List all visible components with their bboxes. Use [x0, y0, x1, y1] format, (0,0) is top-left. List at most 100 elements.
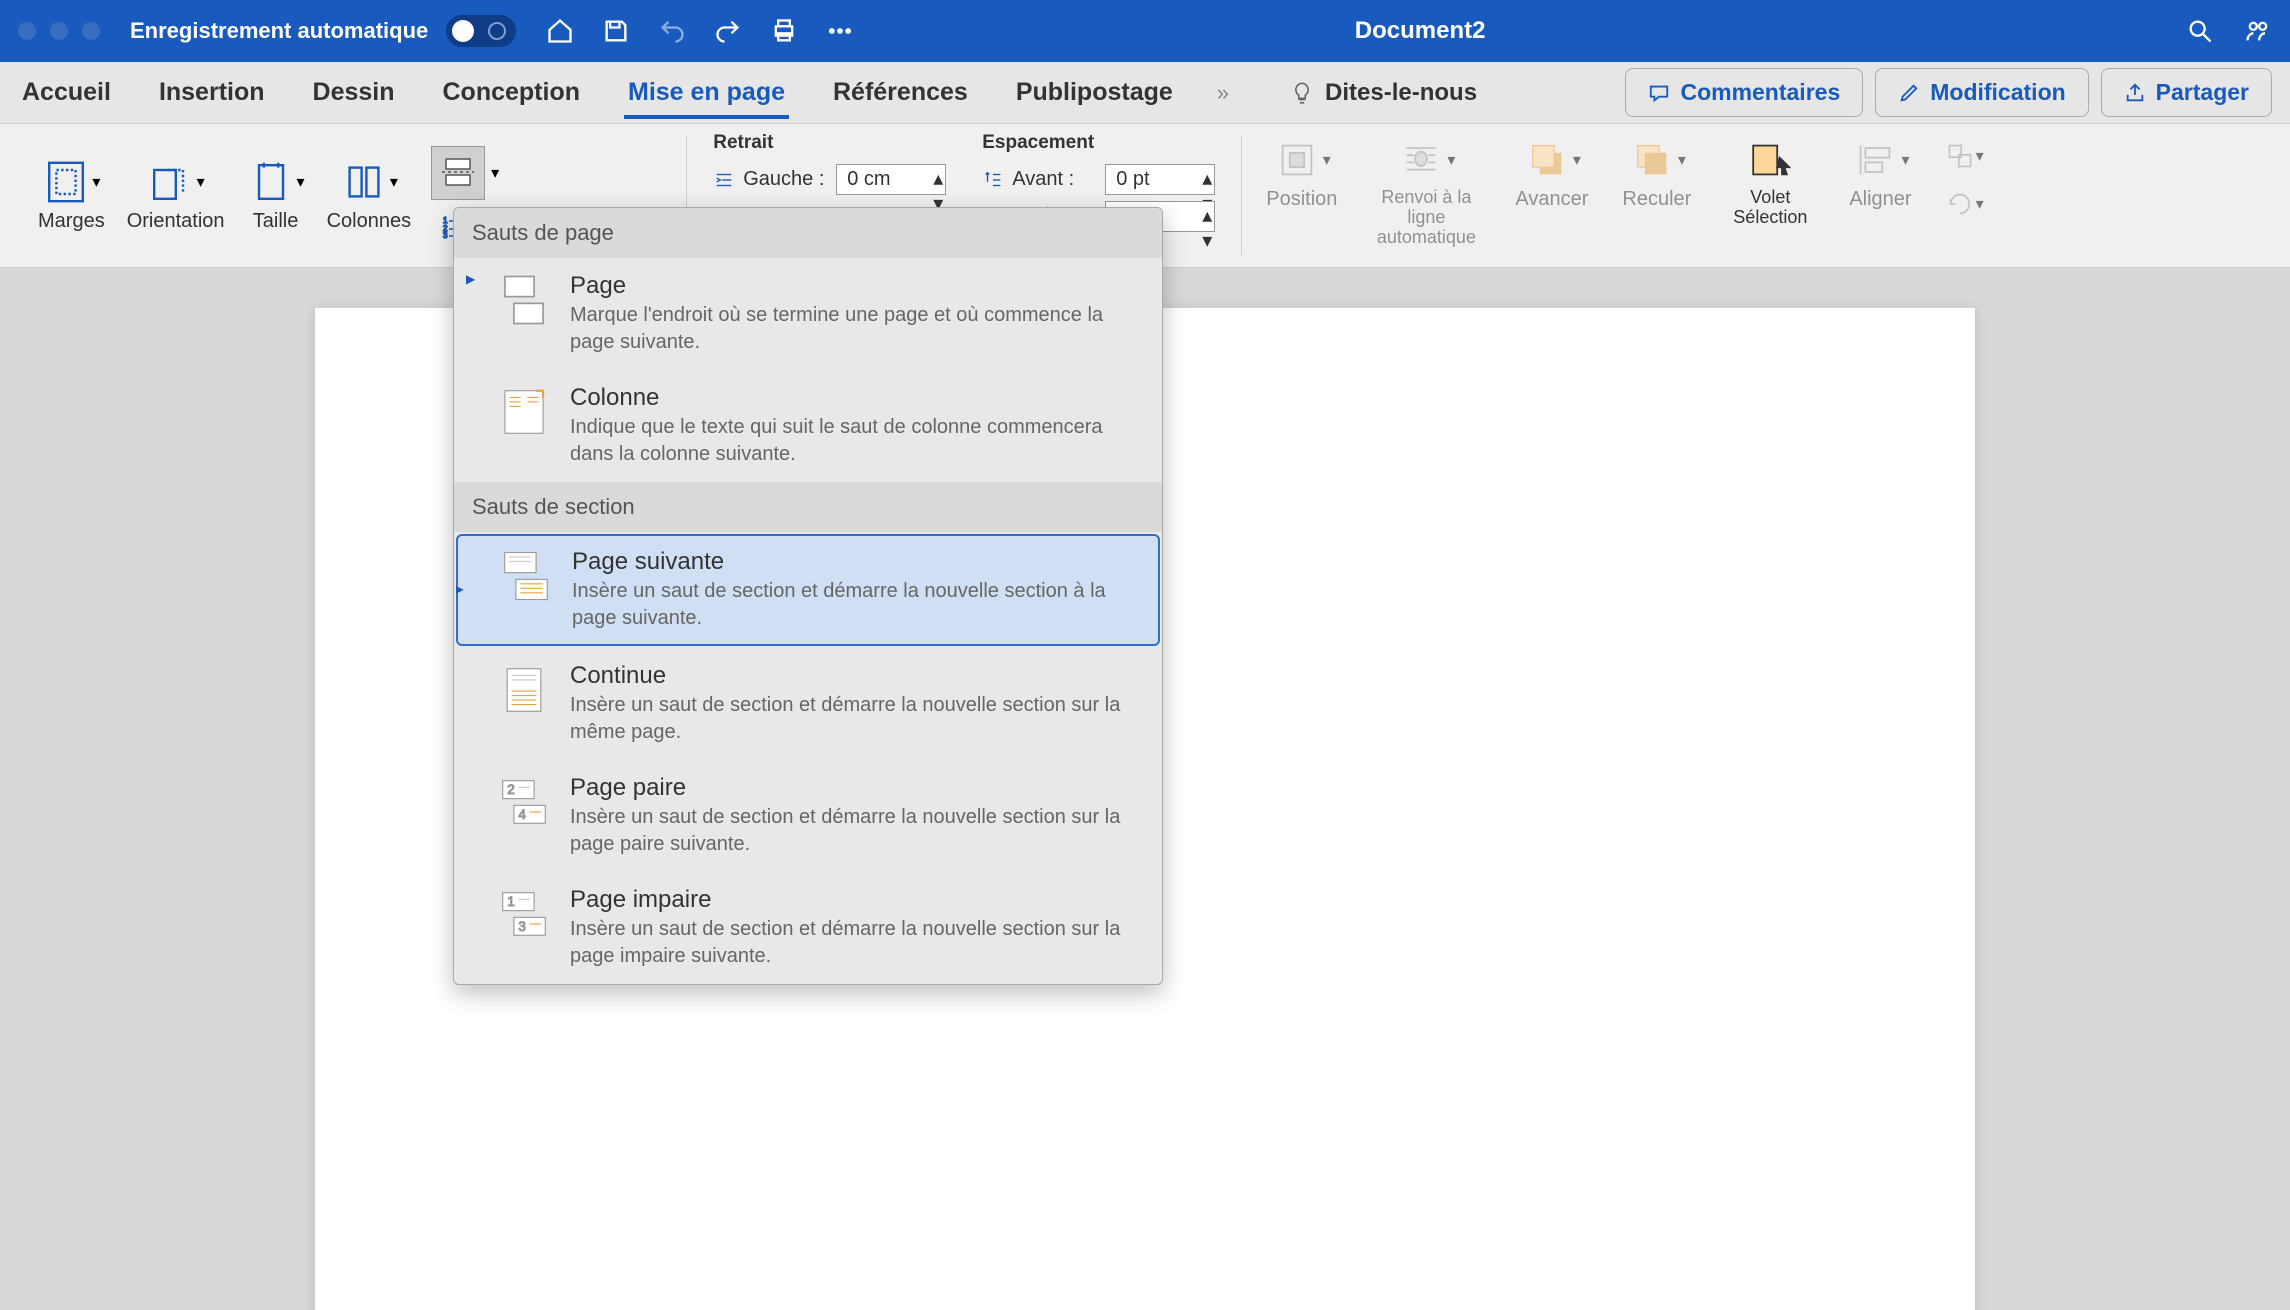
spinner-down[interactable]: ▾: [1202, 228, 1212, 253]
even-page-title: Page paire: [570, 774, 1150, 802]
more-tabs-icon[interactable]: »: [1217, 80, 1229, 106]
next-page-icon: [498, 548, 554, 604]
toggle-ring: [488, 22, 506, 40]
orientation-label: Orientation: [127, 210, 225, 233]
wrap-label: Renvoi à la ligne automatique: [1371, 188, 1481, 247]
page-title: Page: [570, 272, 1150, 300]
bring-forward-button[interactable]: ▾ Avancer: [1507, 132, 1596, 259]
rotate-button[interactable]: ▾: [1946, 190, 1984, 218]
home-icon[interactable]: [546, 17, 574, 45]
align-button[interactable]: ▾ Aligner: [1841, 132, 1919, 259]
share-button[interactable]: Partager: [2101, 68, 2272, 117]
autosave-toggle[interactable]: [446, 15, 516, 47]
spinner-up[interactable]: ▴: [933, 166, 943, 191]
margins-label: Marges: [38, 210, 105, 233]
search-icon[interactable]: [2186, 17, 2214, 45]
breaks-button[interactable]: ▾: [431, 146, 666, 200]
tab-accueil[interactable]: Accueil: [18, 66, 115, 119]
indent-title: Retrait: [713, 132, 946, 154]
toggle-indicator: [452, 20, 474, 42]
tab-dessin[interactable]: Dessin: [309, 66, 399, 119]
next-page-title: Page suivante: [572, 548, 1148, 576]
chevron-down-icon: ▾: [1323, 150, 1331, 170]
tab-publipostage[interactable]: Publipostage: [1012, 66, 1177, 119]
even-page-icon: 24: [496, 774, 552, 830]
chevron-down-icon: ▾: [1901, 150, 1909, 170]
before-label: Avant :: [1012, 168, 1097, 191]
chevron-down-icon: ▾: [491, 163, 499, 183]
indent-left-value: 0 cm: [847, 168, 890, 191]
odd-page-desc: Insère un saut de section et démarre la …: [570, 916, 1150, 970]
breaks-dropdown-menu: Sauts de page ▶ Page Marque l'endroit où…: [453, 207, 1163, 985]
forward-label: Avancer: [1515, 188, 1588, 211]
indent-left-icon: [713, 169, 735, 191]
margins-button[interactable]: ▾ Marges: [30, 154, 113, 237]
share-people-icon[interactable]: [2244, 17, 2272, 45]
chevron-down-icon: ▾: [197, 172, 205, 192]
menu-item-page[interactable]: ▶ Page Marque l'endroit où se termine un…: [454, 258, 1162, 370]
spinner-up[interactable]: ▴: [1202, 166, 1212, 191]
menu-item-next-page[interactable]: Page suivante Insère un saut de section …: [456, 534, 1160, 646]
menu-item-continuous[interactable]: Continue Insère un saut de section et dé…: [454, 648, 1162, 760]
continuous-desc: Insère un saut de section et démarre la …: [570, 692, 1150, 746]
spacing-before-icon: [982, 169, 1004, 191]
continuous-title: Continue: [570, 662, 1150, 690]
selection-pane-button[interactable]: Volet Sélection: [1717, 132, 1823, 259]
menu-item-column[interactable]: Colonne Indique que le texte qui suit le…: [454, 370, 1162, 482]
menu-item-even-page[interactable]: 24 Page paire Insère un saut de section …: [454, 760, 1162, 872]
maximize-window-button[interactable]: [82, 22, 100, 40]
arrange-group: ▾ Position ▾ Renvoi à la ligne automatiq…: [1250, 124, 1999, 267]
share-label: Partager: [2156, 79, 2249, 106]
orientation-button[interactable]: ▾ Orientation: [119, 154, 233, 237]
continuous-icon: [496, 662, 552, 718]
chevron-down-icon: ▾: [390, 172, 398, 192]
edit-button[interactable]: Modification: [1875, 68, 2088, 117]
titlebar: Enregistrement automatique Document2: [0, 0, 2290, 62]
tab-references[interactable]: Références: [829, 66, 972, 119]
selection-pane-label: Volet Sélection: [1725, 188, 1815, 228]
close-window-button[interactable]: [18, 22, 36, 40]
columns-button[interactable]: ▾ Colonnes: [319, 154, 420, 237]
spacing-title: Espacement: [982, 132, 1215, 154]
tab-mise-en-page[interactable]: Mise en page: [624, 66, 789, 119]
column-desc: Indique que le texte qui suit le saut de…: [570, 414, 1150, 468]
pencil-icon: [1898, 82, 1920, 104]
tab-insertion[interactable]: Insertion: [155, 66, 269, 119]
column-title: Colonne: [570, 384, 1150, 412]
menu-section-page-breaks: Sauts de page: [454, 208, 1162, 258]
spacing-before-input[interactable]: 0 pt ▴▾: [1105, 164, 1215, 195]
document-title: Document2: [654, 17, 2186, 45]
tab-conception[interactable]: Conception: [439, 66, 585, 119]
minimize-window-button[interactable]: [50, 22, 68, 40]
indent-left-input[interactable]: 0 cm ▴▾: [836, 164, 946, 195]
action-buttons: Commentaires Modification Partager: [1625, 68, 2272, 117]
even-page-desc: Insère un saut de section et démarre la …: [570, 804, 1150, 858]
next-page-desc: Insère un saut de section et démarre la …: [572, 578, 1148, 632]
separator: [1241, 136, 1242, 255]
size-label: Taille: [253, 210, 299, 233]
size-button[interactable]: ▾ Taille: [239, 154, 313, 237]
spinner-up[interactable]: ▴: [1202, 203, 1212, 228]
tell-me-label: Dites-le-nous: [1325, 79, 1477, 107]
indent-left-label: Gauche :: [743, 168, 828, 191]
odd-page-title: Page impaire: [570, 886, 1150, 914]
rotate-icon: [1946, 190, 1974, 218]
save-icon[interactable]: [602, 17, 630, 45]
comments-label: Commentaires: [1680, 79, 1840, 106]
wrap-text-button[interactable]: ▾ Renvoi à la ligne automatique: [1363, 132, 1489, 259]
svg-text:2: 2: [507, 782, 514, 797]
undo-icon[interactable]: [658, 17, 686, 45]
send-backward-button[interactable]: ▾ Reculer: [1614, 132, 1699, 259]
share-icon: [2124, 82, 2146, 104]
chevron-down-icon: ▾: [1447, 150, 1455, 170]
tell-me-search[interactable]: Dites-le-nous: [1289, 79, 1477, 107]
menu-item-odd-page[interactable]: 13 Page impaire Insère un saut de sectio…: [454, 872, 1162, 984]
group-button[interactable]: ▾: [1946, 142, 1984, 170]
menu-section-section-breaks: Sauts de section: [454, 482, 1162, 532]
odd-page-icon: 13: [496, 886, 552, 942]
column-break-icon: [496, 384, 552, 440]
chevron-down-icon: ▾: [1573, 150, 1581, 170]
align-label: Aligner: [1849, 188, 1911, 211]
position-button[interactable]: ▾ Position: [1258, 132, 1345, 259]
comments-button[interactable]: Commentaires: [1625, 68, 1863, 117]
